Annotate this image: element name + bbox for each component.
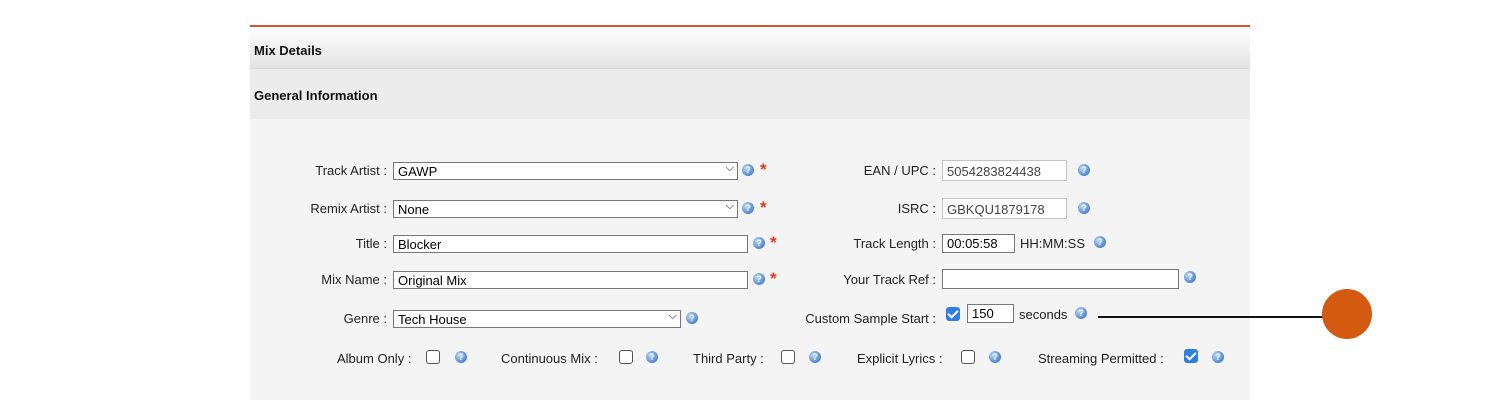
your-track-ref-input[interactable] bbox=[942, 269, 1179, 289]
subsection-header: General Information bbox=[250, 69, 1250, 119]
section-header: Mix Details bbox=[250, 27, 1250, 69]
custom-sample-start-label: Custom Sample Start : bbox=[805, 311, 936, 326]
third-party-label: Third Party : bbox=[693, 351, 764, 366]
ean-upc-input[interactable]: 5054283824438 bbox=[942, 160, 1067, 181]
track-length-input[interactable]: 00:05:58 bbox=[942, 234, 1015, 253]
help-icon[interactable]: ? bbox=[455, 351, 467, 363]
chevron-down-icon: ⌵ bbox=[668, 310, 677, 322]
mix-name-input[interactable]: Original Mix bbox=[393, 271, 748, 289]
album-only-label: Album Only : bbox=[337, 351, 412, 366]
track-artist-label: Track Artist : bbox=[315, 163, 387, 178]
chevron-down-icon: ⌵ bbox=[725, 162, 734, 174]
help-icon[interactable]: ? bbox=[1075, 307, 1087, 319]
track-length-unit: HH:MM:SS bbox=[1020, 236, 1085, 251]
ean-upc-label: EAN / UPC : bbox=[863, 163, 936, 178]
title-label: Title : bbox=[355, 236, 387, 251]
genre-select[interactable]: Tech House ⌵ bbox=[393, 310, 681, 328]
genre-value: Tech House bbox=[398, 312, 467, 327]
callout-marker bbox=[1322, 289, 1372, 339]
mix-name-label: Mix Name : bbox=[321, 272, 387, 287]
streaming-permitted-label: Streaming Permitted : bbox=[1038, 351, 1164, 366]
continuous-mix-label: Continuous Mix : bbox=[501, 351, 598, 366]
album-only-checkbox[interactable] bbox=[426, 350, 440, 364]
help-icon[interactable]: ? bbox=[1078, 202, 1090, 214]
continuous-mix-checkbox[interactable] bbox=[619, 350, 633, 364]
isrc-label: ISRC : bbox=[897, 201, 936, 216]
chevron-down-icon: ⌵ bbox=[725, 200, 734, 212]
help-icon[interactable]: ? bbox=[742, 164, 754, 176]
remix-artist-value: None bbox=[398, 202, 430, 217]
remix-artist-label: Remix Artist : bbox=[310, 201, 387, 216]
help-icon[interactable]: ? bbox=[809, 351, 821, 363]
help-icon[interactable]: ? bbox=[1094, 236, 1106, 248]
help-icon[interactable]: ? bbox=[686, 312, 698, 324]
track-artist-select[interactable]: GAWP ⌵ bbox=[393, 162, 738, 180]
track-length-label: Track Length : bbox=[853, 236, 936, 251]
help-icon[interactable]: ? bbox=[989, 351, 1001, 363]
required-asterisk: * bbox=[770, 233, 777, 252]
custom-sample-start-unit: seconds bbox=[1019, 307, 1068, 322]
subsection-title: General Information bbox=[254, 88, 378, 103]
section-title: Mix Details bbox=[254, 43, 322, 58]
remix-artist-select[interactable]: None ⌵ bbox=[393, 200, 738, 218]
third-party-checkbox[interactable] bbox=[781, 350, 795, 364]
your-track-ref-label: Your Track Ref : bbox=[843, 272, 936, 287]
callout-line bbox=[1098, 316, 1326, 318]
required-asterisk: * bbox=[770, 269, 777, 288]
help-icon[interactable]: ? bbox=[1212, 351, 1224, 363]
explicit-lyrics-label: Explicit Lyrics : bbox=[857, 351, 943, 366]
help-icon[interactable]: ? bbox=[753, 273, 765, 285]
genre-label: Genre : bbox=[343, 311, 387, 326]
required-asterisk: * bbox=[760, 198, 767, 217]
help-icon[interactable]: ? bbox=[1184, 271, 1196, 283]
streaming-permitted-checkbox[interactable] bbox=[1184, 349, 1198, 363]
custom-sample-start-input[interactable]: 150 bbox=[967, 304, 1014, 323]
help-icon[interactable]: ? bbox=[742, 202, 754, 214]
required-asterisk: * bbox=[760, 160, 767, 179]
explicit-lyrics-checkbox[interactable] bbox=[961, 350, 975, 364]
track-artist-value: GAWP bbox=[398, 164, 438, 179]
help-icon[interactable]: ? bbox=[753, 237, 765, 249]
help-icon[interactable]: ? bbox=[1078, 164, 1090, 176]
custom-sample-start-checkbox[interactable] bbox=[946, 307, 960, 321]
isrc-input[interactable]: GBKQU1879178 bbox=[942, 198, 1067, 219]
help-icon[interactable]: ? bbox=[646, 351, 658, 363]
title-input[interactable]: Blocker bbox=[393, 235, 748, 253]
